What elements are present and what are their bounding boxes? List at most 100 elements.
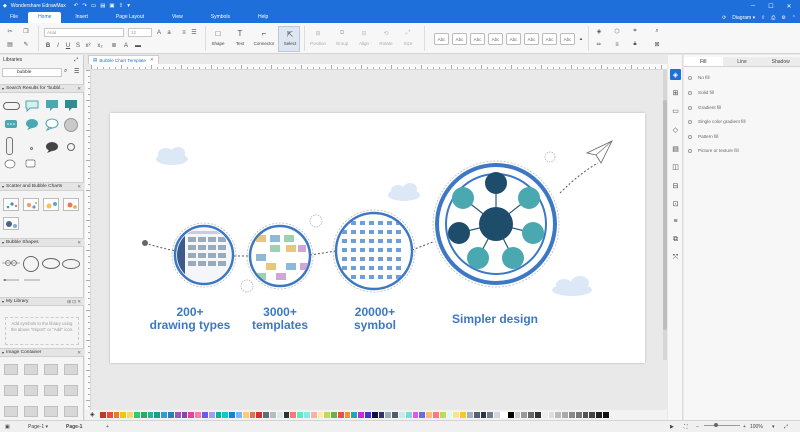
- highlight-icon[interactable]: ▬: [134, 41, 142, 50]
- redo-icon[interactable]: ↷: [82, 3, 87, 9]
- maximize-button[interactable]: ☐: [762, 3, 780, 10]
- subscript-icon[interactable]: x₂: [96, 41, 104, 50]
- bubble-ellipse-shape[interactable]: [42, 258, 60, 269]
- color-swatch[interactable]: [290, 412, 298, 418]
- speech-bubble-shape[interactable]: [45, 141, 59, 154]
- underline-icon[interactable]: U: [64, 41, 72, 50]
- color-swatch[interactable]: [133, 412, 141, 418]
- color-swatch[interactable]: [235, 412, 243, 418]
- zoom-in-icon[interactable]: +: [743, 424, 746, 430]
- color-swatch[interactable]: [528, 412, 535, 418]
- theme-icon[interactable]: ⬡: [612, 27, 622, 36]
- shape-tool-label[interactable]: Shape: [206, 41, 230, 46]
- speech-bubble-shape[interactable]: [25, 159, 37, 171]
- color-swatch[interactable]: [548, 412, 556, 418]
- export-icon[interactable]: ⇪: [119, 3, 124, 9]
- image-container-thumbnail[interactable]: [4, 364, 18, 375]
- speech-bubble-shape[interactable]: [45, 118, 59, 131]
- page-tab[interactable]: Page-1: [66, 424, 82, 430]
- style-preset-7[interactable]: Abc: [542, 33, 557, 45]
- library-menu-icon[interactable]: ☰: [74, 68, 79, 75]
- color-swatch[interactable]: [501, 412, 508, 418]
- connector-tool-label[interactable]: Connector: [252, 41, 276, 46]
- color-swatch[interactable]: [147, 412, 155, 418]
- color-swatch[interactable]: [161, 412, 168, 418]
- color-swatch[interactable]: [195, 412, 202, 418]
- fill-option-gradient[interactable]: Gradient fill: [688, 105, 721, 110]
- close-tab-icon[interactable]: ✕: [150, 57, 154, 63]
- color-swatch[interactable]: [575, 412, 583, 418]
- color-swatch[interactable]: [453, 412, 461, 418]
- style-preset-2[interactable]: Abc: [452, 33, 467, 45]
- color-swatch[interactable]: [344, 412, 352, 418]
- text-align-left-icon[interactable]: ≣: [110, 41, 118, 50]
- color-swatch[interactable]: [535, 412, 542, 418]
- color-swatch[interactable]: [215, 412, 223, 418]
- focus-icon[interactable]: ⛶: [684, 424, 688, 430]
- circle-shape[interactable]: [67, 143, 75, 151]
- color-swatch[interactable]: [494, 412, 502, 418]
- format-painter-icon[interactable]: ✎: [22, 40, 30, 48]
- color-swatch[interactable]: [378, 412, 386, 418]
- zoom-level[interactable]: 100%: [750, 424, 763, 430]
- color-swatch[interactable]: [405, 412, 413, 418]
- bubble-circle-shape[interactable]: [23, 256, 39, 272]
- color-swatch[interactable]: [337, 412, 345, 418]
- color-swatch[interactable]: [167, 412, 175, 418]
- color-swatch[interactable]: [242, 412, 250, 418]
- color-swatch[interactable]: [392, 412, 400, 418]
- text-tool-label[interactable]: Text: [228, 41, 252, 46]
- color-swatch[interactable]: [127, 412, 134, 418]
- fit-page-icon[interactable]: ⤢: [784, 424, 788, 430]
- paste-icon[interactable]: ▤: [6, 40, 14, 48]
- circle-shape[interactable]: [64, 118, 78, 132]
- speech-bubble-shape[interactable]: [4, 119, 18, 131]
- fill-color-icon[interactable]: ◈: [594, 27, 604, 36]
- radio-icon[interactable]: [688, 134, 692, 139]
- bubble-connector-shape[interactable]: [2, 256, 20, 270]
- page-layout-icon[interactable]: ▣: [5, 424, 10, 430]
- image-container-thumbnail[interactable]: [64, 406, 78, 417]
- table-icon[interactable]: ⊟: [670, 180, 681, 191]
- color-swatch[interactable]: [365, 412, 372, 418]
- color-swatch[interactable]: [385, 412, 393, 418]
- text-tool-icon[interactable]: T: [233, 27, 247, 39]
- radio-icon[interactable]: [688, 119, 692, 124]
- color-swatch[interactable]: [467, 412, 474, 418]
- line-color-icon[interactable]: ✏: [594, 40, 604, 49]
- color-swatch[interactable]: [371, 412, 379, 418]
- library-search-input[interactable]: bubble: [2, 68, 62, 77]
- data-icon[interactable]: ⊡: [670, 198, 681, 209]
- style-scroll-icon[interactable]: ▴: [578, 33, 584, 45]
- scatter-chart-thumbnail[interactable]: [23, 198, 39, 211]
- color-swatch[interactable]: [514, 412, 522, 418]
- color-swatch[interactable]: [324, 412, 332, 418]
- color-swatch[interactable]: [174, 412, 182, 418]
- color-swatch[interactable]: [480, 412, 488, 418]
- document-tab[interactable]: ▤ Bubble Chart Template ✕: [88, 55, 159, 64]
- menu-file[interactable]: File: [0, 12, 28, 23]
- color-swatch[interactable]: [568, 412, 576, 418]
- share-icon[interactable]: ⇧: [761, 15, 765, 21]
- color-swatch[interactable]: [201, 412, 209, 418]
- style-preset-4[interactable]: Abc: [488, 33, 503, 45]
- fill-option-single-gradient[interactable]: Single color gradient fill: [688, 119, 746, 124]
- color-swatch[interactable]: [562, 412, 569, 418]
- play-icon[interactable]: ▶: [670, 424, 674, 430]
- font-family-select[interactable]: Arial: [44, 28, 124, 37]
- color-swatch[interactable]: [331, 412, 338, 418]
- align-icon[interactable]: ≡: [180, 28, 188, 37]
- image-container-thumbnail[interactable]: [4, 406, 18, 417]
- find-icon[interactable]: ⌕: [652, 27, 662, 36]
- chart-icon[interactable]: ◫: [670, 161, 681, 172]
- speech-bubble-shape[interactable]: [25, 118, 39, 131]
- capsule-shape[interactable]: [6, 137, 13, 155]
- fit-icon[interactable]: ⤧: [670, 252, 681, 263]
- color-swatch[interactable]: [256, 412, 264, 418]
- cut-icon[interactable]: ✂: [6, 27, 14, 35]
- tab-line[interactable]: Line: [722, 57, 762, 67]
- shape-tool-icon[interactable]: □: [211, 27, 225, 39]
- color-swatch[interactable]: [188, 412, 196, 418]
- section-my-library[interactable]: ▾ My Library ⊞ ⊡ ✕: [0, 297, 84, 306]
- upgrade-icon[interactable]: ⟳: [722, 15, 726, 21]
